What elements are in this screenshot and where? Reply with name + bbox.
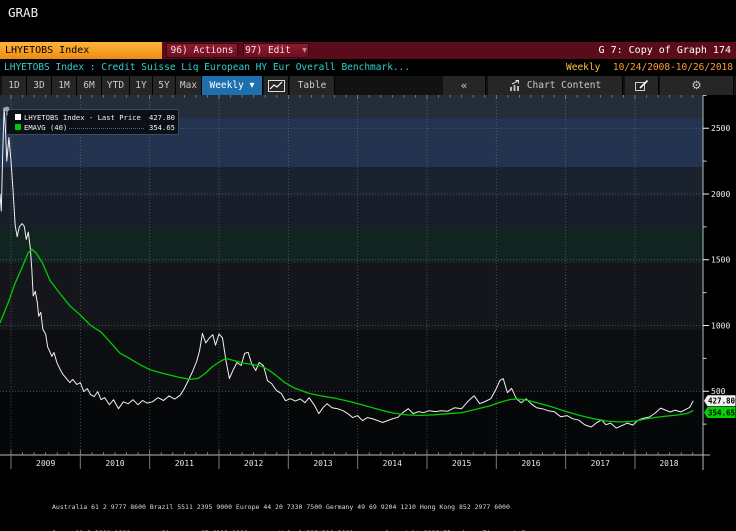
period-button-6m[interactable]: 6M	[77, 76, 102, 95]
y-axis-label: 2500	[711, 124, 730, 133]
bar-chart-arrow-icon	[509, 80, 523, 91]
pin-icon[interactable]	[3, 106, 11, 116]
grab-label: GRAB	[8, 5, 38, 20]
annotate-pencil-icon	[635, 80, 649, 91]
chart-description: LHYETOBS Index : Credit Suisse Liq Europ…	[4, 60, 410, 75]
x-axis-year-label: 2017	[591, 459, 610, 468]
period-button-3d[interactable]: 3D	[27, 76, 52, 95]
chevron-down-icon: ▼	[302, 47, 307, 54]
legend-value: 427.80	[146, 113, 175, 122]
price-chart[interactable]: 500 1000 1500 2000 2500 2009 2010 2011 2012 2013 2…	[0, 95, 736, 475]
collapse-panel-button[interactable]: «	[443, 76, 486, 95]
x-axis-year-label: 2014	[383, 459, 402, 468]
actions-button[interactable]: 96) Actions ▼	[166, 43, 238, 58]
legend-row-last-price[interactable]: LHYETOBS Index - Last Price 427.80	[9, 112, 175, 122]
flag-value-label: 427.80	[708, 397, 736, 406]
series-swatch-white	[15, 114, 21, 120]
x-axis-year-label: 2018	[659, 459, 678, 468]
legend-dotted-leader	[69, 125, 144, 129]
x-axis-year-label: 2011	[175, 459, 194, 468]
chart-bg-band	[0, 263, 703, 330]
chart-legend: LHYETOBS Index - Last Price 427.80 EMAVG…	[6, 109, 179, 135]
x-axis-year-label: 2016	[521, 459, 540, 468]
legend-label: EMAVG (40)	[24, 123, 67, 132]
legend-value: 354.65	[146, 123, 175, 132]
x-axis-year-label: 2010	[105, 459, 124, 468]
edit-button-label: 97) Edit	[245, 45, 291, 56]
security-ticker-field[interactable]: LHYETOBS Index	[0, 42, 162, 59]
legend-row-emavg[interactable]: EMAVG (40) 354.65	[9, 122, 175, 132]
frequency-selector[interactable]: Weekly ▼	[202, 76, 263, 95]
period-button-ytd[interactable]: YTD	[102, 76, 130, 95]
graph-title: G 7: Copy of Graph 174	[599, 42, 731, 59]
period-button-1m[interactable]: 1M	[52, 76, 77, 95]
y-axis-label: 1000	[711, 321, 730, 330]
actions-button-label: 96) Actions	[171, 45, 234, 56]
y-axis-label: 500	[711, 387, 726, 396]
legend-label: LHYETOBS Index - Last Price	[24, 113, 141, 122]
frequency-selector-label: Weekly	[209, 80, 243, 91]
flag-value-label: 354.65	[708, 408, 735, 417]
frequency-label: Weekly	[566, 60, 600, 75]
period-button-1y[interactable]: 1Y	[130, 76, 153, 95]
x-axis-year-label: 2009	[36, 459, 55, 468]
period-button-1d[interactable]: 1D	[2, 76, 27, 95]
chart-bg-band	[0, 330, 703, 392]
chart-bg-band	[0, 227, 703, 263]
y-axis-label: 2000	[711, 190, 730, 199]
x-axis-year-label: 2013	[313, 459, 332, 468]
bloomberg-terminal-window: GRAB LHYETOBS Index 96) Actions ▼ 97) Ed…	[0, 0, 736, 531]
subtitle-bar: LHYETOBS Index : Credit Suisse Liq Europ…	[0, 60, 736, 75]
chevron-down-icon: ▼	[250, 81, 255, 89]
footer-line: Australia 61 2 9777 8600 Brazil 5511 239…	[52, 503, 484, 512]
x-axis-year-label: 2012	[244, 459, 263, 468]
series-swatch-green	[15, 124, 21, 130]
chart-content-label: Chart Content	[527, 80, 601, 91]
chart-type-button[interactable]	[264, 76, 289, 95]
date-range-label: 10/24/2008-10/26/2018	[613, 60, 733, 75]
period-button-5y[interactable]: 5Y	[153, 76, 176, 95]
period-button-max[interactable]: Max	[176, 76, 202, 95]
chart-toolbar: 1D 3D 1M 6M YTD 1Y 5Y Max Weekly ▼ Table…	[0, 76, 736, 95]
chart-bg-band	[0, 167, 703, 197]
settings-button[interactable]: ⚙	[660, 76, 734, 95]
gear-icon: ⚙	[691, 78, 701, 92]
chart-content-button[interactable]: Chart Content	[488, 76, 623, 95]
chart-bg-band	[0, 197, 703, 227]
edit-button[interactable]: 97) Edit ▼	[243, 43, 309, 58]
x-axis-year-label: 2015	[452, 459, 471, 468]
terminal-footer: Australia 61 2 9777 8600 Brazil 5511 239…	[52, 486, 484, 531]
annotate-button[interactable]	[625, 76, 659, 95]
y-axis-label: 1500	[711, 256, 730, 265]
table-button[interactable]: Table	[290, 76, 335, 95]
line-chart-icon	[268, 80, 285, 92]
title-bar: LHYETOBS Index 96) Actions ▼ 97) Edit ▼ …	[0, 42, 736, 59]
